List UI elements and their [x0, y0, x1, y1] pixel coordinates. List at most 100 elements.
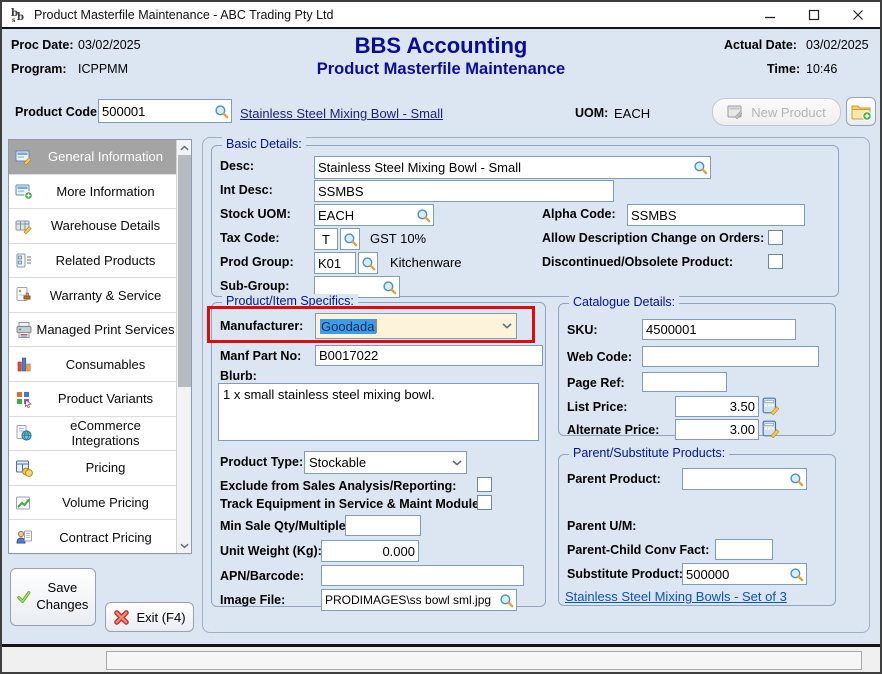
close-button[interactable] — [836, 2, 880, 28]
chevron-down-icon — [452, 460, 462, 466]
substitute-product-input[interactable] — [683, 567, 789, 582]
maximize-button[interactable] — [792, 2, 836, 28]
allow-desc-change-checkbox[interactable] — [768, 230, 783, 245]
page-ref-input[interactable] — [643, 375, 726, 390]
image-file-label: Image File: — [220, 593, 285, 607]
stock-uom-input[interactable] — [315, 208, 416, 223]
product-code-lookup-icon[interactable] — [214, 104, 229, 119]
sidebar-item-ecommerce-integrations[interactable]: eCommerce Integrations — [9, 417, 191, 452]
sidebar-item-volume-pricing[interactable]: Volume Pricing — [9, 486, 191, 521]
basic-details-legend: Basic Details: — [222, 137, 306, 151]
sidebar-item-contract-pricing[interactable]: Contract Pricing — [9, 520, 191, 555]
sub-group-lookup-icon[interactable] — [382, 280, 397, 295]
blurb-textarea[interactable]: 1 x small stainless steel mixing bowl. — [218, 383, 539, 441]
save-check-icon — [17, 587, 31, 607]
warranty-service-icon — [13, 286, 35, 304]
open-folder-button[interactable] — [846, 97, 876, 126]
image-file-lookup-icon[interactable] — [499, 593, 514, 608]
tax-code-input[interactable] — [315, 232, 337, 247]
substitute-product-label: Substitute Product: — [567, 567, 683, 581]
sidebar-item-more-information[interactable]: More Information — [9, 175, 191, 210]
ecommerce-integrations-icon — [13, 424, 35, 442]
alternate-price-edit-icon[interactable] — [762, 420, 780, 438]
product-type-combobox[interactable]: Stockable — [304, 451, 467, 474]
exit-button[interactable]: Exit (F4) — [105, 602, 194, 632]
sidebar-item-managed-print-services[interactable]: Managed Print Services — [9, 313, 191, 348]
app-window: b b s Product Masterfile Maintenance - A… — [0, 0, 882, 674]
save-changes-button[interactable]: Save Changes — [10, 568, 96, 626]
manufacturer-value: Goodada — [320, 319, 376, 334]
prod-group-desc-value: Kitchenware — [390, 255, 462, 270]
sub-group-input[interactable] — [315, 280, 382, 295]
new-product-button[interactable]: New Product — [712, 98, 841, 126]
conv-fact-input[interactable] — [716, 542, 772, 557]
unit-weight-input[interactable] — [322, 544, 418, 559]
svg-text:b: b — [17, 12, 24, 23]
scroll-down-icon[interactable] — [177, 538, 192, 553]
scrollbar-thumb[interactable] — [178, 155, 191, 387]
discontinued-checkbox[interactable] — [768, 254, 783, 269]
substitute-product-lookup-icon[interactable] — [789, 567, 804, 582]
minimize-button[interactable] — [748, 2, 792, 28]
alternate-price-input[interactable] — [676, 422, 758, 437]
sidebar-item-pricing[interactable]: Pricing — [9, 451, 191, 486]
track-equipment-checkbox[interactable] — [477, 495, 492, 510]
web-code-input[interactable] — [643, 349, 818, 364]
prod-group-lookup-icon[interactable] — [358, 252, 378, 274]
product-code-input[interactable] — [99, 104, 214, 119]
product-type-value: Stockable — [309, 455, 366, 470]
folder-add-icon — [851, 102, 872, 121]
sidebar-item-label: eCommerce Integrations — [35, 418, 176, 448]
product-description-link[interactable]: Stainless Steel Mixing Bowl - Small — [240, 106, 443, 121]
sidebar-item-related-products[interactable]: Related Products — [9, 244, 191, 279]
form-container: Basic Details: Desc: Int Desc: Stock UOM… — [202, 137, 870, 633]
status-bar — [2, 647, 880, 672]
alpha-code-input[interactable] — [628, 208, 804, 223]
list-price-field — [675, 396, 759, 417]
sidebar-item-label: Related Products — [35, 253, 176, 268]
exclude-sales-checkbox[interactable] — [477, 477, 492, 492]
pricing-icon — [13, 459, 35, 477]
sku-label: SKU: — [567, 323, 598, 337]
parent-product-lookup-icon[interactable] — [789, 472, 804, 487]
product-specifics-legend: Product/Item Specifics: — [222, 294, 358, 308]
sidebar-item-label: Warehouse Details — [35, 218, 176, 233]
status-message-box — [106, 651, 862, 670]
alpha-code-field — [627, 204, 805, 226]
stock-uom-lookup-icon[interactable] — [416, 208, 431, 223]
sidebar-item-general-information[interactable]: General Information — [9, 140, 191, 175]
sidebar-item-warehouse-details[interactable]: Warehouse Details — [9, 209, 191, 244]
desc-label: Desc: — [220, 159, 254, 173]
parent-product-input[interactable] — [683, 472, 789, 487]
manufacturer-combobox[interactable]: Goodada — [315, 313, 517, 339]
conv-fact-field — [715, 539, 773, 560]
tax-code-lookup-icon[interactable] — [340, 228, 360, 250]
sidebar-item-consumables[interactable]: Consumables — [9, 347, 191, 382]
tax-code-label: Tax Code: — [220, 231, 280, 245]
sku-input[interactable] — [643, 322, 795, 337]
new-product-icon — [727, 104, 745, 120]
min-sale-qty-input[interactable] — [346, 518, 420, 533]
text-caret — [376, 319, 378, 333]
desc-input[interactable] — [315, 160, 693, 175]
exit-x-icon — [113, 609, 130, 626]
image-file-input[interactable] — [322, 593, 499, 607]
prod-group-input[interactable] — [315, 256, 355, 271]
sidebar-scrollbar[interactable] — [176, 140, 191, 553]
manf-part-no-input[interactable] — [316, 348, 542, 363]
desc-lookup-icon[interactable] — [693, 160, 708, 175]
image-file-field — [321, 589, 517, 611]
list-price-edit-icon[interactable] — [762, 397, 780, 415]
list-price-label: List Price: — [567, 400, 627, 414]
sidebar-item-label: Contract Pricing — [35, 530, 176, 545]
apn-barcode-label: APN/Barcode: — [220, 569, 304, 583]
int-desc-input[interactable] — [315, 184, 613, 199]
list-price-input[interactable] — [676, 399, 758, 414]
main-area: General Information More Information War… — [2, 133, 880, 644]
page-ref-label: Page Ref: — [567, 376, 625, 390]
sidebar-item-product-variants[interactable]: Product Variants — [9, 382, 191, 417]
apn-barcode-input[interactable] — [322, 568, 523, 583]
scroll-up-icon[interactable] — [177, 140, 192, 155]
sidebar-item-warranty-service[interactable]: Warranty & Service — [9, 278, 191, 313]
substitute-product-link[interactable]: Stainless Steel Mixing Bowls - Set of 3 — [565, 589, 787, 604]
